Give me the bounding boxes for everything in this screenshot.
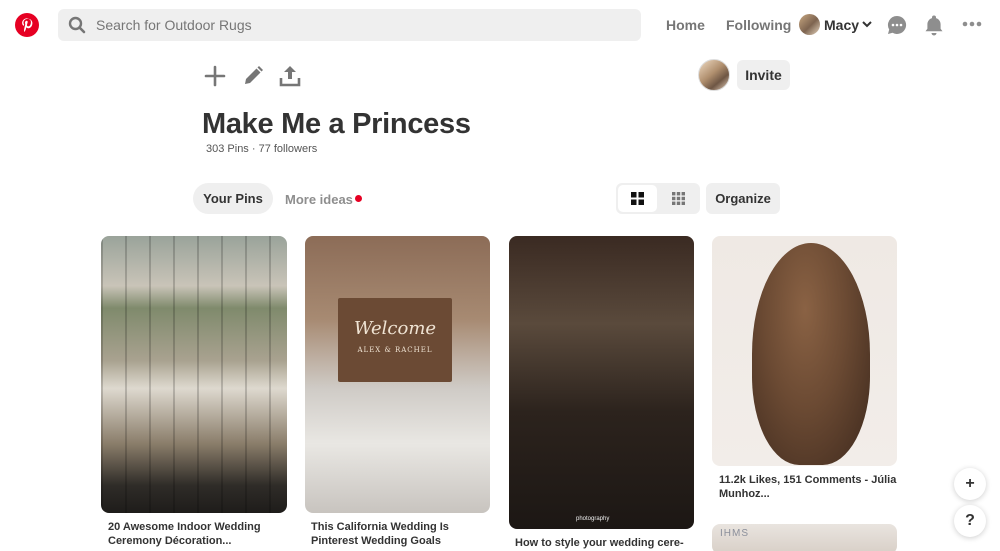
grid-compact-icon: [672, 192, 685, 205]
messages-icon[interactable]: [886, 14, 908, 36]
grid-large-icon: [631, 192, 644, 205]
add-icon[interactable]: [203, 64, 227, 88]
invite-button[interactable]: Invite: [737, 60, 790, 90]
welcome-sign: Welcome ALEX & RACHEL: [338, 298, 452, 382]
notifications-bell-icon[interactable]: [924, 14, 944, 36]
pin-caption[interactable]: How to style your wedding cere-: [515, 536, 695, 550]
tab-your-pins[interactable]: Your Pins: [193, 183, 273, 214]
pinterest-logo-icon[interactable]: [15, 13, 39, 37]
help-button[interactable]: ?: [954, 505, 986, 537]
collaborator-avatar[interactable]: [698, 59, 730, 91]
grid-compact-view-button[interactable]: [659, 185, 698, 212]
tab-more-ideas[interactable]: More ideas: [285, 192, 353, 207]
hairstyle-shape: [752, 243, 870, 465]
chevron-down-icon: [862, 21, 872, 28]
pin-image-indoor-wedding[interactable]: [101, 236, 287, 513]
floating-add-button[interactable]: +: [954, 468, 986, 500]
pin-caption[interactable]: This California Wedding Is Pinterest Wed…: [311, 520, 491, 548]
search-bar[interactable]: [58, 9, 641, 41]
organize-button[interactable]: Organize: [706, 183, 780, 214]
notification-dot: [355, 195, 362, 202]
board-title: Make Me a Princess: [202, 108, 471, 140]
top-bar: Home Following Macy: [0, 0, 1000, 50]
pin-caption[interactable]: 11.2k Likes, 151 Comments - Júlia Munhoz…: [719, 473, 899, 501]
pin-caption[interactable]: 20 Awesome Indoor Wedding Ceremony Décor…: [108, 520, 288, 548]
sign-title: Welcome: [353, 318, 437, 339]
board-stats: 303 Pins · 77 followers: [206, 143, 318, 155]
photo-watermark: photography: [576, 516, 610, 522]
avatar: [799, 14, 820, 35]
search-icon: [68, 16, 86, 34]
ihms-watermark: IHMS: [720, 528, 749, 539]
pencil-icon[interactable]: [241, 64, 265, 88]
nav-following-link[interactable]: Following: [726, 17, 791, 33]
view-toggle: [616, 183, 700, 214]
more-options-icon[interactable]: [962, 21, 982, 27]
share-icon[interactable]: [278, 64, 302, 88]
pin-image-ceremony-arch[interactable]: [509, 236, 694, 529]
grid-large-view-button[interactable]: [618, 185, 657, 212]
sign-names: ALEX & RACHEL: [357, 346, 433, 354]
search-input[interactable]: [96, 9, 626, 41]
user-name: Macy: [824, 17, 860, 33]
nav-home-link[interactable]: Home: [666, 17, 705, 33]
